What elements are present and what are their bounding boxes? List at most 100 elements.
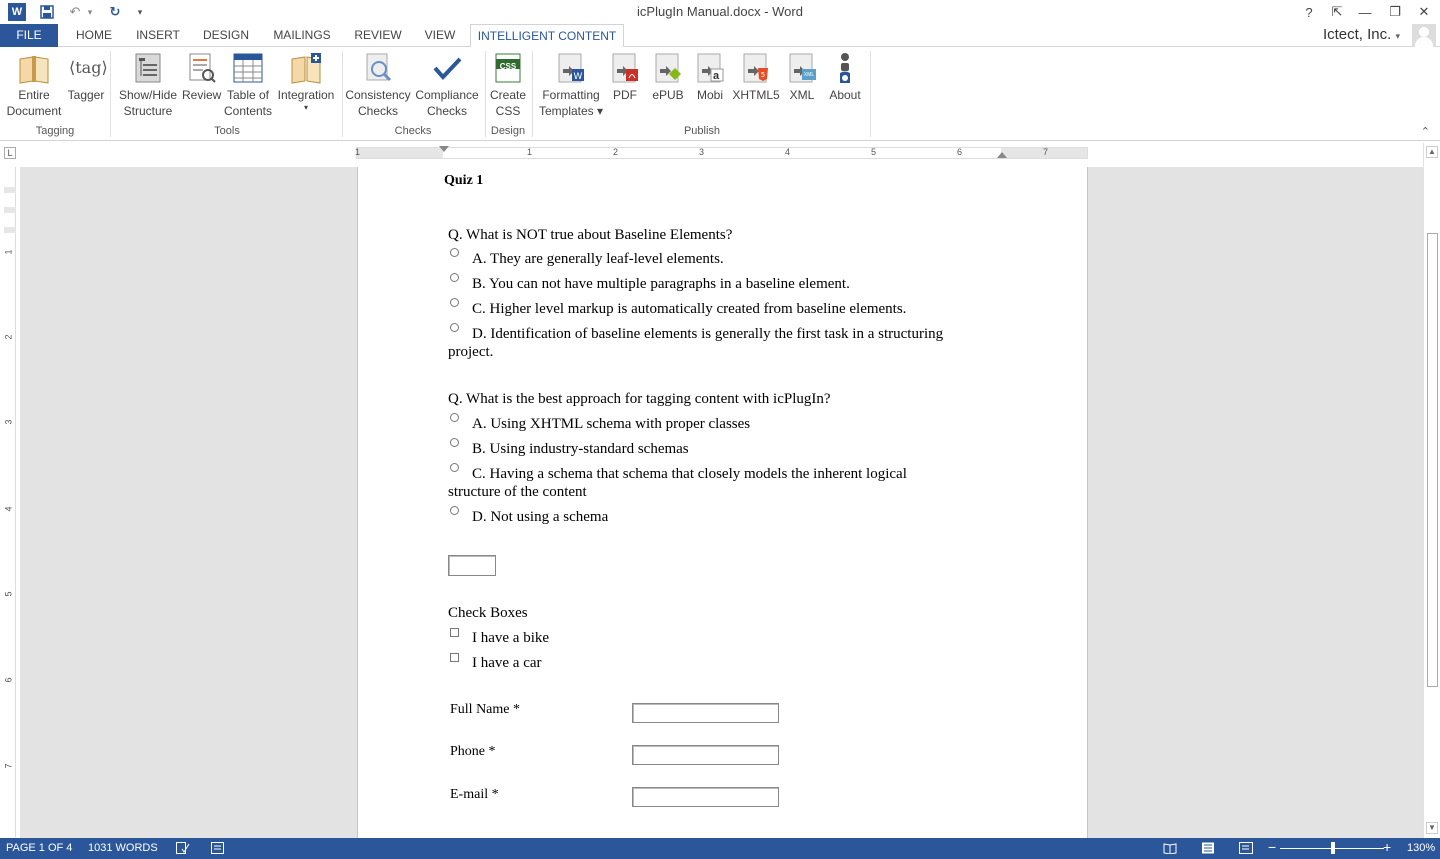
- checkbox-car[interactable]: [450, 653, 459, 662]
- account-dropdown-icon[interactable]: ▾: [1395, 31, 1400, 41]
- radio-q2-b[interactable]: [450, 438, 459, 447]
- horizontal-ruler[interactable]: 1 1 2 3 4 5 6 7: [355, 146, 1088, 159]
- minimize-button[interactable]: —: [1352, 2, 1378, 22]
- answer-q1-c: C. Higher level markup is automatically …: [472, 301, 907, 317]
- book-icon: [17, 51, 51, 85]
- tab-home[interactable]: HOME: [66, 24, 122, 47]
- collapse-ribbon-icon[interactable]: ⌃: [1421, 125, 1430, 138]
- ruler-number: 2: [613, 147, 619, 157]
- answer-q1-a: A. They are generally leaf-level element…: [472, 251, 724, 267]
- about-button[interactable]: About: [824, 51, 866, 121]
- radio-q1-d[interactable]: [450, 323, 459, 332]
- question-2: Q. What is the best approach for tagging…: [448, 391, 831, 407]
- html5-icon: 5: [739, 51, 773, 85]
- consistency-checks-button[interactable]: Consistency Checks: [344, 51, 412, 121]
- css-file-icon: CSS: [491, 51, 525, 85]
- create-css-label-2: CSS: [495, 104, 521, 118]
- read-mode-icon[interactable]: [1163, 842, 1177, 857]
- compliance-label-1: Compliance: [415, 88, 479, 102]
- pdf-button[interactable]: PDF: [608, 51, 642, 121]
- print-layout-icon[interactable]: [1201, 842, 1215, 857]
- tagger-button[interactable]: ⟨tag⟩ Tagger: [66, 51, 108, 121]
- full-name-input[interactable]: [632, 703, 779, 723]
- xhtml5-label: XHTML5: [732, 88, 780, 102]
- mobi-button[interactable]: a Mobi: [692, 51, 728, 121]
- integration-button[interactable]: Integration ▾: [274, 51, 338, 121]
- zoom-in-button[interactable]: +: [1383, 839, 1391, 855]
- answer-text-input[interactable]: [448, 555, 496, 576]
- answer-q2-c: C. Having a schema that schema that clos…: [472, 466, 907, 482]
- epub-button[interactable]: ePUB: [646, 51, 690, 121]
- answer-q1-d: D. Identification of baseline elements i…: [472, 326, 944, 342]
- show-hide-structure-button[interactable]: Show/Hide Structure: [114, 51, 182, 121]
- tab-insert[interactable]: INSERT: [132, 24, 184, 47]
- create-css-label-1: Create: [489, 88, 527, 102]
- radio-q1-a[interactable]: [450, 248, 459, 257]
- zoom-slider-thumb[interactable]: [1331, 842, 1335, 854]
- ruler-number: 6: [957, 147, 963, 157]
- account-name-label: Ictect, Inc.: [1322, 26, 1392, 43]
- radio-q2-c[interactable]: [450, 463, 459, 472]
- vertical-scrollbar[interactable]: ▲ ▼: [1423, 143, 1440, 838]
- status-bar: PAGE 1 OF 4 1031 WORDS − + 130%: [0, 838, 1440, 859]
- word-count[interactable]: 1031 WORDS: [88, 842, 158, 854]
- scroll-up-icon[interactable]: ▲: [1426, 146, 1438, 158]
- mobi-icon: a: [693, 51, 727, 85]
- document-page[interactable]: Quiz 1 Q. What is NOT true about Baselin…: [357, 167, 1088, 838]
- tab-design[interactable]: DESIGN: [196, 24, 256, 47]
- maximize-button[interactable]: ❐: [1382, 2, 1408, 22]
- tab-intelligent-content[interactable]: INTELLIGENT CONTENT: [470, 24, 624, 48]
- ruler-number: 5: [871, 147, 877, 157]
- tab-view[interactable]: VIEW: [418, 24, 462, 47]
- group-separator: [485, 51, 486, 137]
- pdf-label: PDF: [613, 88, 637, 102]
- checkbox-bike[interactable]: [450, 628, 459, 637]
- formatting-label-1: Formatting: [542, 88, 600, 102]
- radio-q1-c[interactable]: [450, 298, 459, 307]
- vruler-number: 3: [3, 419, 14, 425]
- web-layout-icon[interactable]: [1239, 842, 1253, 857]
- email-label: E-mail *: [450, 787, 499, 802]
- question-1: Q. What is NOT true about Baseline Eleme…: [448, 227, 733, 243]
- formatting-templates-button[interactable]: W Formatting Templates ▾: [534, 51, 608, 121]
- ruler-number: 3: [699, 147, 705, 157]
- xml-button[interactable]: XML XML: [784, 51, 820, 121]
- ruler-number: 1: [355, 147, 361, 157]
- radio-q2-a[interactable]: [450, 413, 459, 422]
- radio-q1-b[interactable]: [450, 273, 459, 282]
- right-indent-marker[interactable]: [997, 152, 1007, 158]
- create-css-button[interactable]: CSS Create CSS: [487, 51, 529, 121]
- avatar[interactable]: [1412, 24, 1436, 47]
- first-line-indent-marker[interactable]: [439, 146, 449, 152]
- phone-input[interactable]: [632, 745, 779, 765]
- email-input[interactable]: [632, 787, 779, 807]
- group-publish-label: Publish: [683, 125, 721, 137]
- close-button[interactable]: ✕: [1411, 2, 1437, 22]
- compliance-label-2: Checks: [426, 104, 467, 118]
- ribbon-display-options-button[interactable]: ⇱: [1324, 2, 1350, 22]
- zoom-out-button[interactable]: −: [1268, 839, 1276, 855]
- entire-document-button[interactable]: Entire Document: [4, 51, 64, 121]
- checkbox-car-label: I have a car: [472, 655, 542, 671]
- info-person-icon: [828, 51, 862, 85]
- review-button[interactable]: Review: [182, 51, 221, 121]
- entire-document-label-2: Document: [6, 104, 62, 118]
- account-name[interactable]: Ictect, Inc. ▾: [1323, 26, 1400, 43]
- radio-q2-d[interactable]: [450, 506, 459, 515]
- proofing-icon[interactable]: [176, 842, 190, 857]
- compliance-checks-button[interactable]: Compliance Checks: [412, 51, 482, 121]
- help-button[interactable]: ?: [1296, 2, 1322, 22]
- table-of-contents-button[interactable]: Table of Contents: [222, 51, 274, 121]
- tab-selector[interactable]: L: [4, 147, 16, 159]
- vertical-ruler[interactable]: 1 2 3 4 5 6 7: [4, 167, 16, 837]
- tab-file[interactable]: FILE: [0, 24, 58, 47]
- macro-record-icon[interactable]: [211, 842, 225, 857]
- scroll-down-icon[interactable]: ▼: [1426, 822, 1438, 834]
- tab-mailings[interactable]: MAILINGS: [266, 24, 338, 47]
- title-bar: W ↶ ▾ ↻ ▾ icPlugIn Manual.docx - Word ? …: [0, 0, 1440, 24]
- page-count[interactable]: PAGE 1 OF 4: [6, 842, 72, 854]
- zoom-level[interactable]: 130%: [1407, 842, 1435, 854]
- tab-review[interactable]: REVIEW: [350, 24, 406, 47]
- scrollbar-thumb[interactable]: [1427, 233, 1438, 687]
- xhtml5-button[interactable]: 5 XHTML5: [730, 51, 782, 121]
